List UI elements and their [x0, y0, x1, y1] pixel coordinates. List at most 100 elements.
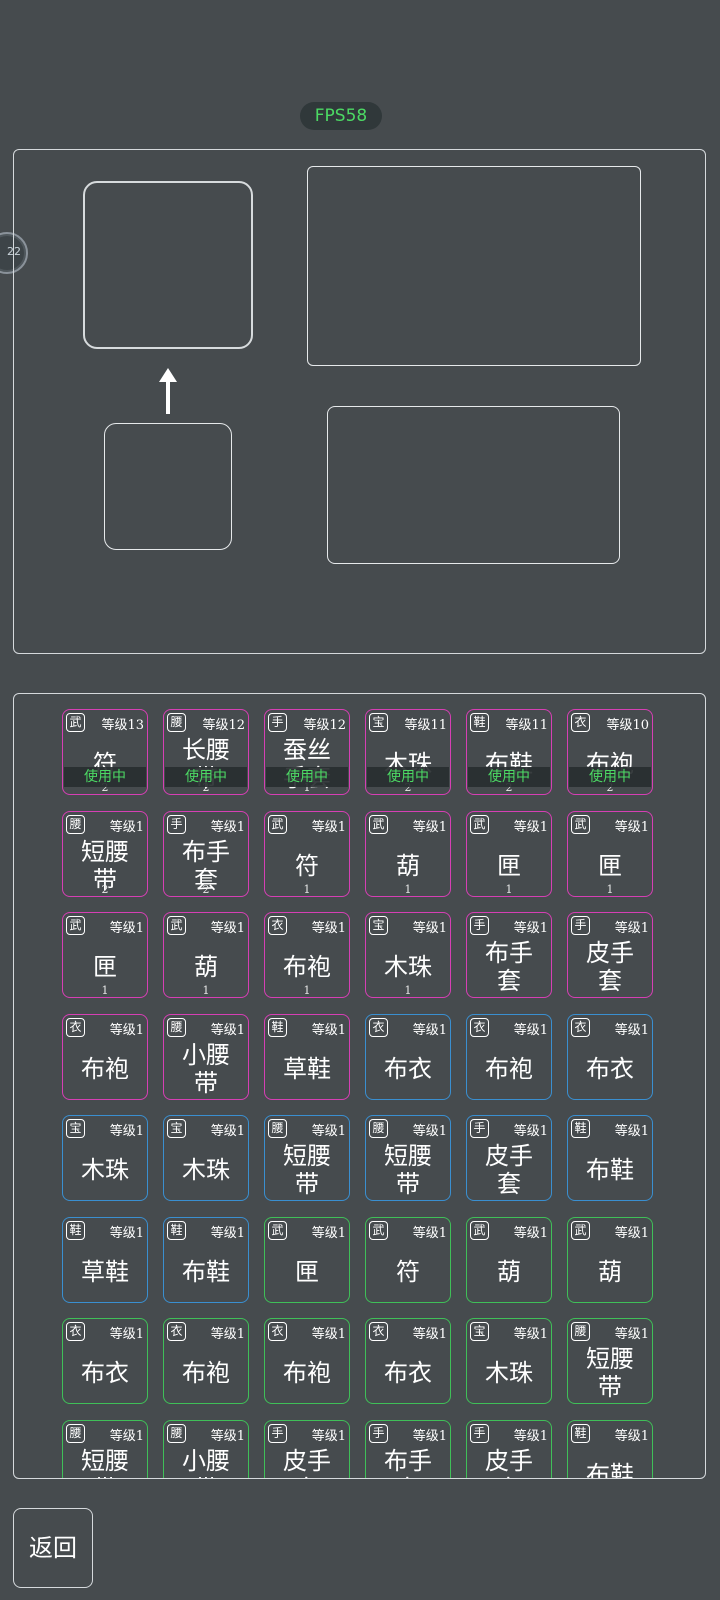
item-name: 匣 — [295, 1257, 319, 1286]
item-category-badge: 宝 — [167, 1119, 186, 1138]
item-level: 等级1 — [210, 1124, 245, 1139]
item-level: 等级1 — [210, 819, 245, 835]
item-name: 布袍 — [81, 1054, 129, 1083]
inventory-item[interactable]: 鞋 等级1 草鞋 — [62, 1216, 148, 1303]
inventory-item[interactable]: 手等级1 布手套 2 — [163, 810, 249, 897]
inventory-item[interactable]: 手等级12蚕丝手套1使用中 — [264, 709, 350, 795]
item-name: 布鞋 — [586, 1156, 634, 1184]
item-category-badge: 鞋 — [167, 1220, 186, 1240]
item-category-badge: 鞋 — [66, 1220, 85, 1240]
inventory-item[interactable]: 武 等级1 葫 — [466, 1216, 552, 1303]
item-category-badge: 鞋 — [571, 1119, 590, 1138]
inventory-item[interactable]: 宝 等级1 木珠 — [62, 1115, 148, 1201]
inventory-item[interactable]: 衣 等级1 布衣 — [365, 1013, 451, 1100]
item-level: 等级1 — [210, 1022, 245, 1038]
inventory-item[interactable]: 武等级1 葫 1 — [365, 810, 451, 897]
up-arrow-icon — [159, 368, 177, 414]
inventory-panel[interactable]: 武等级13符2使用中腰等级12长腰带2使用中手等级12蚕丝手套1使用中宝等级11… — [13, 693, 706, 1479]
item-name: 布袍 — [182, 1359, 230, 1387]
item-name: 布衣 — [384, 1054, 432, 1083]
inventory-item[interactable]: 宝 等级1 木珠 — [163, 1115, 249, 1201]
inventory-item[interactable]: 腰 等级1 小腰带 — [163, 1419, 249, 1478]
inventory-item[interactable]: 武等级1 符 1 — [264, 810, 350, 897]
item-level: 等级11 — [404, 718, 447, 733]
item-category-badge: 手 — [369, 1423, 388, 1443]
item-name: 布手套 — [384, 1446, 432, 1479]
item-level: 等级1 — [614, 921, 649, 936]
item-name: 短腰带 — [586, 1345, 634, 1401]
inventory-item[interactable]: 鞋 等级1 草鞋 — [264, 1013, 350, 1100]
item-category-badge: 武 — [66, 713, 85, 732]
inventory-item[interactable]: 手 等级1 布手套 — [365, 1419, 451, 1479]
inventory-item[interactable]: 衣 等级1 布衣 — [365, 1318, 451, 1404]
item-quantity: 1 — [404, 882, 412, 896]
item-level: 等级1 — [109, 1428, 144, 1444]
material-slot[interactable] — [104, 423, 232, 550]
inventory-item[interactable]: 腰 等级1 短腰带 — [62, 1419, 148, 1478]
item-category-badge: 衣 — [571, 1017, 590, 1037]
inventory-item[interactable]: 武 等级1 匣 — [264, 1216, 350, 1303]
inventory-item[interactable]: 衣 等级1 布袍 — [163, 1318, 249, 1404]
item-level: 等级1 — [109, 921, 144, 936]
inventory-item[interactable]: 腰 等级1 短腰带 — [567, 1318, 653, 1404]
item-name: 符 — [396, 1257, 420, 1286]
inventory-item[interactable]: 宝等级11 木珠 2 使用中 — [365, 709, 451, 795]
in-use-badge: 使用中 — [165, 767, 247, 787]
in-use-badge: 使用中 — [266, 767, 348, 787]
item-category-badge: 衣 — [369, 1017, 388, 1037]
inventory-item[interactable]: 手 等级1 皮手套 — [264, 1419, 350, 1478]
inventory-item[interactable]: 衣 等级1 布衣 — [62, 1318, 148, 1404]
item-category-badge: 腰 — [268, 1119, 287, 1138]
back-button[interactable]: 返回 — [13, 1508, 93, 1588]
item-name: 皮手套 — [586, 939, 634, 995]
inventory-item[interactable]: 衣等级1 布袍 1 — [264, 912, 350, 998]
inventory-item[interactable]: 宝等级1 木珠 1 — [365, 912, 451, 998]
item-category-badge: 腰 — [66, 1423, 85, 1443]
item-name: 布衣 — [384, 1359, 432, 1387]
inventory-item[interactable]: 鞋等级11 布鞋 2 使用中 — [466, 709, 552, 795]
inventory-item[interactable]: 鞋 等级1 布鞋 — [163, 1216, 249, 1303]
item-quantity: 1 — [202, 984, 210, 997]
inventory-item[interactable]: 武 等级1 葫 — [567, 1216, 653, 1303]
item-category-badge: 手 — [470, 1423, 489, 1443]
inventory-item[interactable]: 武等级1 匣 1 — [466, 810, 552, 897]
item-category-badge: 衣 — [66, 1322, 85, 1341]
item-level: 等级1 — [311, 819, 346, 835]
upgrade-info-box — [327, 406, 620, 564]
inventory-item[interactable]: 鞋 等级1 布鞋 — [567, 1115, 653, 1201]
inventory-item[interactable]: 宝 等级1 木珠 — [466, 1318, 552, 1404]
item-category-badge: 衣 — [369, 1322, 388, 1341]
inventory-item[interactable]: 鞋 等级1 布鞋 — [567, 1419, 653, 1478]
item-level: 等级1 — [210, 921, 245, 936]
inventory-item[interactable]: 腰等级12长腰带2使用中 — [163, 709, 249, 795]
item-level: 等级1 — [614, 1022, 649, 1038]
item-level: 等级1 — [109, 1225, 144, 1241]
item-level: 等级1 — [109, 1022, 144, 1038]
inventory-item[interactable]: 武等级13 符 2 使用中 — [62, 709, 148, 795]
inventory-item[interactable]: 腰 等级1 短腰带 — [365, 1115, 451, 1201]
inventory-item[interactable]: 腰等级1 短腰带 2 — [62, 810, 148, 897]
inventory-item[interactable]: 手 等级1 布手套 — [466, 912, 552, 998]
inventory-item[interactable]: 武等级1 匣 1 — [62, 912, 148, 998]
item-level: 等级1 — [210, 1225, 245, 1241]
item-name: 布衣 — [81, 1359, 129, 1387]
inventory-item[interactable]: 武 等级1 符 — [365, 1216, 451, 1303]
inventory-item[interactable]: 衣 等级1 布袍 — [466, 1013, 552, 1100]
inventory-item[interactable]: 衣 等级1 布衣 — [567, 1013, 653, 1100]
inventory-item[interactable]: 手 等级1 皮手套 — [466, 1419, 552, 1478]
inventory-item[interactable]: 武等级1 匣 1 — [567, 810, 653, 897]
inventory-item[interactable]: 腰 等级1 短腰带 — [264, 1115, 350, 1201]
inventory-item[interactable]: 衣等级10 布袍 2 使用中 — [567, 709, 653, 795]
item-name: 短腰带 — [283, 1142, 331, 1198]
item-category-badge: 腰 — [369, 1119, 388, 1138]
item-category-badge: 武 — [369, 814, 388, 834]
inventory-item[interactable]: 手 等级1 皮手套 — [466, 1115, 552, 1201]
inventory-item[interactable]: 手 等级1 皮手套 — [567, 912, 653, 998]
inventory-item[interactable]: 武等级1 葫 1 — [163, 912, 249, 998]
item-name: 葫 — [598, 1257, 622, 1286]
inventory-item[interactable]: 衣 等级1 布袍 — [62, 1013, 148, 1100]
item-level: 等级1 — [311, 1428, 346, 1444]
main-equip-slot[interactable] — [83, 181, 253, 349]
inventory-item[interactable]: 腰 等级1 小腰带 — [163, 1013, 249, 1100]
inventory-item[interactable]: 衣 等级1 布袍 — [264, 1318, 350, 1404]
